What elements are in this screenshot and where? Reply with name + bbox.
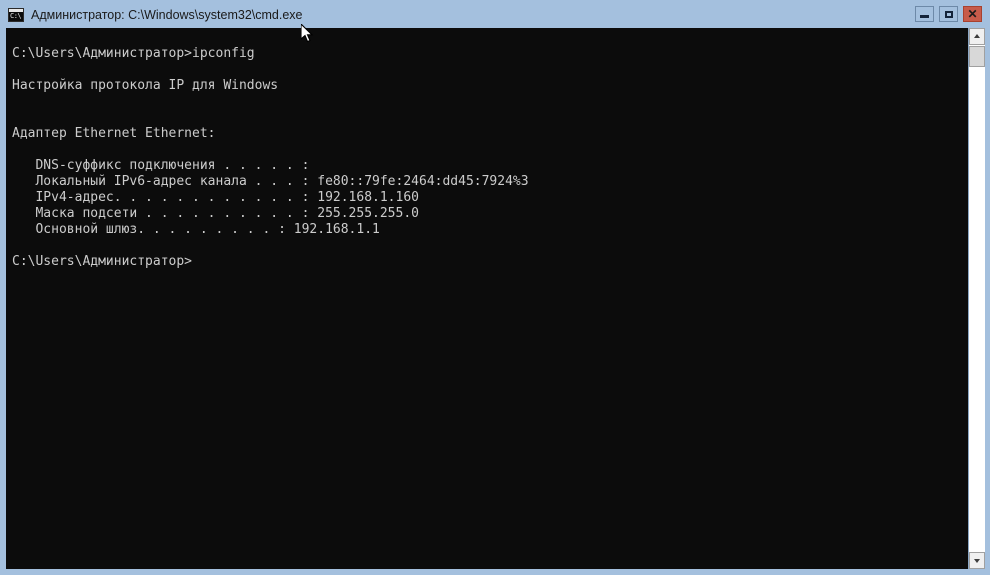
scrollbar-thumb[interactable] — [969, 46, 985, 67]
title-bar[interactable]: C:\ Администратор: C:\Windows\system32\c… — [0, 0, 990, 28]
cmd-icon-text: C:\ — [10, 12, 22, 20]
caption-button-group: ✕ — [915, 6, 982, 22]
console-output-area[interactable]: C:\Users\Администратор>ipconfig Настройк… — [6, 28, 968, 569]
close-icon: ✕ — [967, 7, 978, 21]
scroll-up-button[interactable] — [969, 28, 985, 45]
scroll-down-button[interactable] — [969, 552, 985, 569]
console-scrollbar[interactable] — [968, 28, 985, 569]
maximize-button[interactable] — [939, 6, 958, 22]
cmd-window: C:\ Администратор: C:\Windows\system32\c… — [0, 0, 990, 575]
minimize-button[interactable] — [915, 6, 934, 22]
window-title: Администратор: C:\Windows\system32\cmd.e… — [31, 8, 303, 22]
scroll-up-arrow-icon — [974, 34, 980, 38]
console-text: C:\Users\Администратор>ipconfig Настройк… — [12, 46, 529, 269]
cmd-icon: C:\ — [8, 8, 24, 22]
scroll-down-arrow-icon — [974, 559, 980, 563]
minimize-icon — [920, 15, 929, 18]
maximize-icon — [945, 11, 953, 18]
close-button[interactable]: ✕ — [963, 6, 982, 22]
